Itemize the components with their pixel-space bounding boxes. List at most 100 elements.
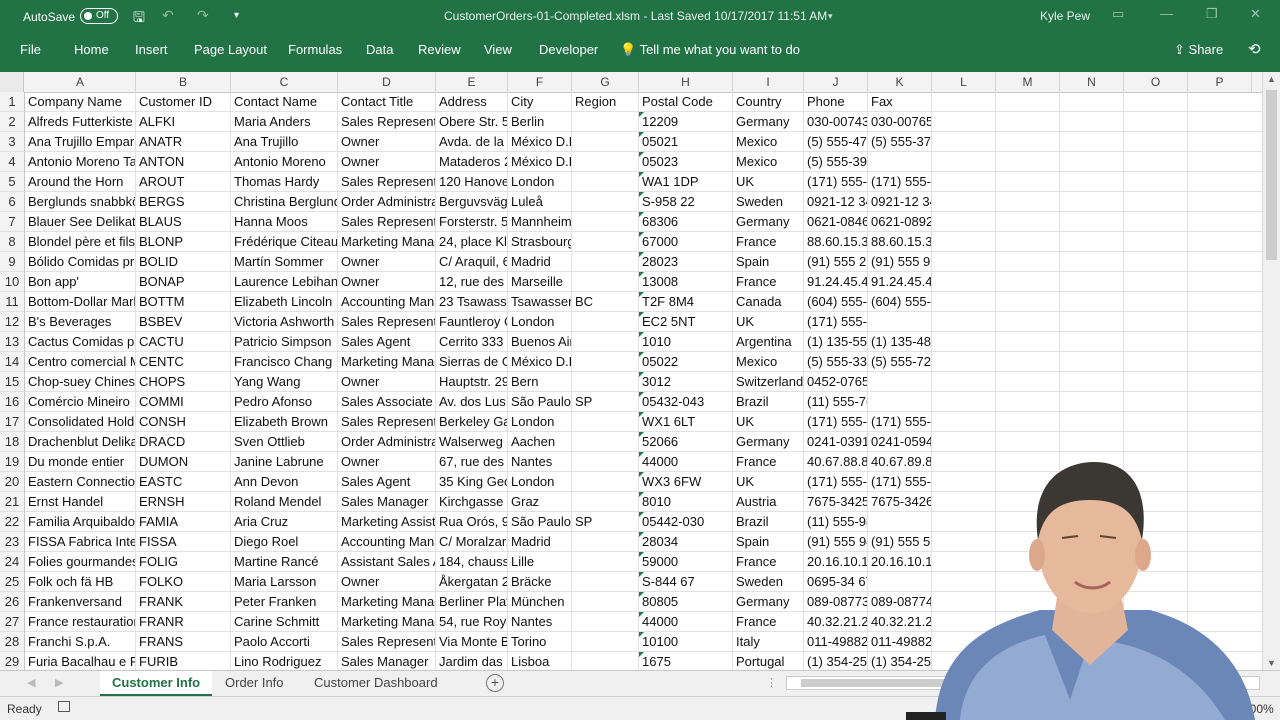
table-cell[interactable]: Laurence Lebihan (231, 272, 338, 291)
table-cell[interactable] (996, 612, 1060, 631)
table-cell[interactable]: (171) 555-0297 (804, 472, 868, 491)
table-cell[interactable]: ALFKI (136, 112, 231, 131)
table-cell[interactable] (1124, 272, 1188, 291)
table-cell[interactable]: 88.60.15.32 (868, 232, 932, 251)
table-cell[interactable]: 7675-3426 (868, 492, 932, 511)
column-header-g[interactable]: G (572, 72, 639, 92)
table-cell[interactable] (1060, 352, 1124, 371)
table-cell[interactable] (932, 312, 996, 331)
header-cell[interactable] (1124, 92, 1188, 111)
row-header[interactable]: 8 (0, 232, 25, 252)
row-header[interactable]: 19 (0, 452, 25, 472)
table-cell[interactable] (996, 572, 1060, 591)
table-cell[interactable]: Brazil (733, 512, 804, 531)
table-cell[interactable]: Alfreds Futterkiste (25, 112, 136, 131)
header-cell[interactable]: Phone (804, 92, 868, 111)
table-cell[interactable] (1124, 412, 1188, 431)
user-name[interactable]: Kyle Pew (1040, 9, 1090, 23)
table-cell[interactable] (572, 552, 639, 571)
customize-toolbar-icon[interactable]: ▾ (234, 10, 239, 21)
table-cell[interactable]: Mannheim (508, 212, 572, 231)
table-cell[interactable] (1124, 252, 1188, 271)
column-header-p[interactable]: P (1188, 72, 1252, 92)
table-cell[interactable]: Berkeley Gardens (436, 412, 508, 431)
table-cell[interactable]: London (508, 412, 572, 431)
table-cell[interactable]: Elizabeth Brown (231, 412, 338, 431)
table-cell[interactable]: 68306 (639, 212, 733, 231)
table-cell[interactable]: UK (733, 312, 804, 331)
table-cell[interactable]: FRANR (136, 612, 231, 631)
scroll-up-icon[interactable]: ▲ (1267, 74, 1276, 84)
table-cell[interactable] (932, 372, 996, 391)
table-cell[interactable]: 24, place Kléber (436, 232, 508, 251)
table-cell[interactable]: 089-0877451 (868, 592, 932, 611)
table-cell[interactable]: FISSA Fabrica Inter. Salchichas (25, 532, 136, 551)
table-cell[interactable]: (5) 555-7293 (868, 352, 932, 371)
table-cell[interactable]: Sales Manager (338, 652, 436, 670)
table-cell[interactable]: Nantes (508, 452, 572, 471)
restore-icon[interactable]: ❐ (1206, 6, 1218, 22)
table-cell[interactable]: Accounting Manager (338, 532, 436, 551)
table-cell[interactable] (572, 492, 639, 511)
table-cell[interactable]: Mataderos 2312 (436, 152, 508, 171)
table-cell[interactable] (932, 652, 996, 670)
table-cell[interactable]: Berglunds snabbköp (25, 192, 136, 211)
table-cell[interactable] (932, 612, 996, 631)
table-cell[interactable] (572, 232, 639, 251)
table-cell[interactable] (1060, 532, 1124, 551)
table-cell[interactable]: Germany (733, 112, 804, 131)
table-cell[interactable] (1124, 172, 1188, 191)
row-header[interactable]: 10 (0, 272, 25, 292)
table-cell[interactable]: (11) 555-7647 (804, 392, 868, 411)
history-icon[interactable]: ⟲ (1248, 40, 1261, 58)
table-cell[interactable]: Mexico (733, 132, 804, 151)
table-cell[interactable] (932, 592, 996, 611)
table-cell[interactable] (1060, 252, 1124, 271)
table-cell[interactable]: Owner (338, 272, 436, 291)
table-cell[interactable]: Obere Str. 57 (436, 112, 508, 131)
table-cell[interactable]: Germany (733, 212, 804, 231)
table-cell[interactable]: Owner (338, 572, 436, 591)
table-cell[interactable]: (1) 135-5555 (804, 332, 868, 351)
table-cell[interactable]: Cerrito 333 (436, 332, 508, 351)
column-header-o[interactable]: O (1124, 72, 1188, 92)
table-cell[interactable]: Carine Schmitt (231, 612, 338, 631)
table-cell[interactable]: Marketing Manager (338, 232, 436, 251)
table-cell[interactable]: (11) 555-9857 (804, 512, 868, 531)
table-cell[interactable]: 59000 (639, 552, 733, 571)
table-cell[interactable] (1124, 632, 1188, 651)
table-cell[interactable]: México D.F. (508, 152, 572, 171)
table-cell[interactable]: 7675-3425 (804, 492, 868, 511)
table-cell[interactable]: 80805 (639, 592, 733, 611)
table-cell[interactable]: Marketing Manager (338, 352, 436, 371)
table-cell[interactable]: Kirchgasse 6 (436, 492, 508, 511)
table-cell[interactable]: Cactus Comidas para llevar (25, 332, 136, 351)
header-cell[interactable]: Postal Code (639, 92, 733, 111)
table-cell[interactable] (572, 372, 639, 391)
table-cell[interactable]: Germany (733, 592, 804, 611)
table-cell[interactable]: 0241-059428 (868, 432, 932, 451)
table-cell[interactable]: 40.67.89.89 (868, 452, 932, 471)
share-button[interactable]: ⇪ Share (1174, 42, 1223, 58)
table-cell[interactable]: France (733, 232, 804, 251)
table-cell[interactable] (1124, 392, 1188, 411)
table-cell[interactable] (1060, 432, 1124, 451)
column-header-l[interactable]: L (932, 72, 996, 92)
table-cell[interactable]: Owner (338, 132, 436, 151)
table-cell[interactable] (1060, 592, 1124, 611)
table-cell[interactable]: Ann Devon (231, 472, 338, 491)
table-cell[interactable]: 88.60.15.31 (804, 232, 868, 251)
table-cell[interactable] (1124, 572, 1188, 591)
tab-review[interactable]: Review (418, 42, 461, 57)
table-cell[interactable]: 67, rue des Cinquante (436, 452, 508, 471)
row-header[interactable]: 2 (0, 112, 25, 132)
table-cell[interactable] (996, 272, 1060, 291)
table-cell[interactable]: 0921-12 34 67 (868, 192, 932, 211)
table-cell[interactable]: Order Administrator (338, 432, 436, 451)
table-cell[interactable] (1124, 612, 1188, 631)
table-cell[interactable] (1124, 132, 1188, 151)
table-cell[interactable]: Pedro Afonso (231, 392, 338, 411)
table-cell[interactable]: Marketing Manager (338, 612, 436, 631)
table-cell[interactable] (932, 532, 996, 551)
table-cell[interactable] (932, 332, 996, 351)
